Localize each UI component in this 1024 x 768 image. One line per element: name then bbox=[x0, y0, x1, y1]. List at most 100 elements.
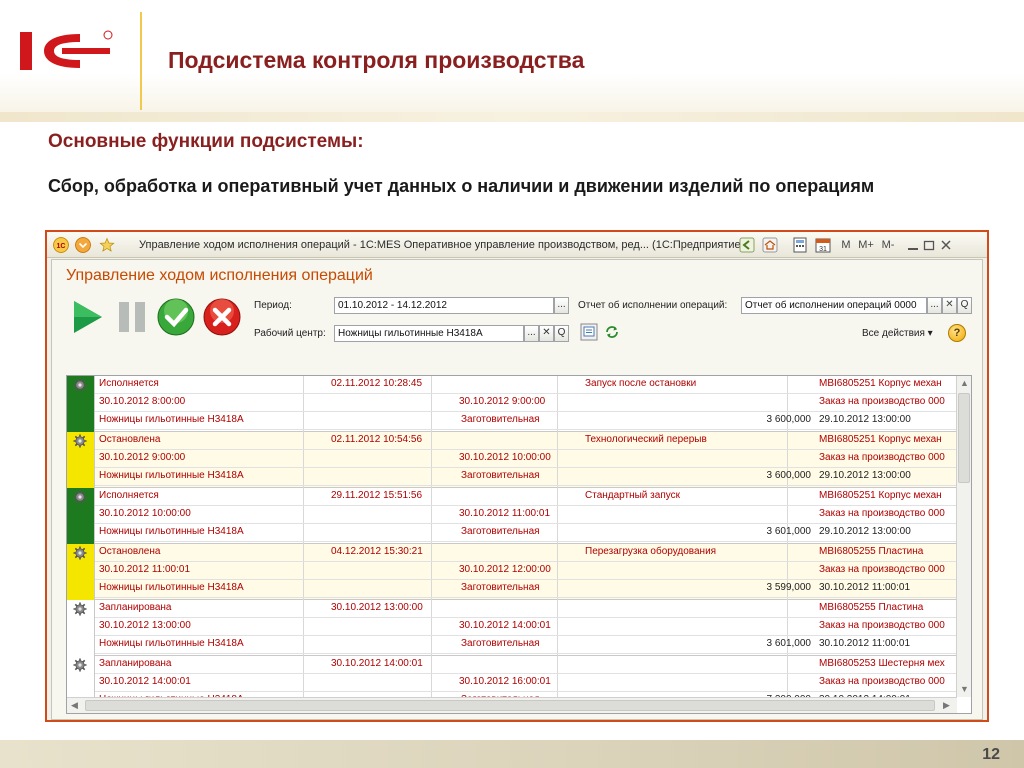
complete-operation-button[interactable] bbox=[156, 297, 196, 337]
svg-text:1C: 1C bbox=[57, 243, 66, 250]
home-icon[interactable] bbox=[762, 237, 778, 253]
table-cell: МВI6805251 Корпус механ bbox=[819, 490, 942, 501]
refresh-icon[interactable] bbox=[604, 324, 620, 340]
table-cell: 3 600,000 bbox=[766, 470, 812, 481]
report-label: Отчет об исполнении операций: bbox=[578, 300, 728, 311]
status-indicator bbox=[67, 600, 95, 656]
table-cell: Исполняется bbox=[99, 378, 159, 389]
report-select-button[interactable]: ... bbox=[927, 297, 942, 314]
horizontal-scrollbar[interactable]: ◀ ▶ bbox=[67, 697, 957, 713]
table-cell: 02.11.2012 10:28:45 bbox=[331, 378, 423, 389]
help-button[interactable]: ? bbox=[948, 324, 966, 342]
table-cell: МВI6805255 Пластина bbox=[819, 602, 924, 613]
table-cell: Заготовительная bbox=[461, 526, 540, 537]
table-cell: Заготовительная bbox=[461, 638, 540, 649]
table-cell: Заказ на производство 000 bbox=[819, 508, 945, 519]
row-line: 30.10.2012 9:00:00 30.10.2012 10:00:00 Зак… bbox=[95, 450, 957, 468]
workcenter-search-button[interactable]: Q bbox=[554, 325, 569, 342]
horizontal-scroll-thumb[interactable] bbox=[85, 700, 935, 711]
pause-operation-button[interactable] bbox=[112, 297, 152, 337]
svg-text:31: 31 bbox=[819, 246, 827, 253]
start-operation-button[interactable] bbox=[66, 297, 106, 337]
row-line: Запланирована 30.10.2012 13:00:00 МВI68052… bbox=[95, 600, 957, 618]
slide-title: Подсистема контроля производства bbox=[168, 47, 585, 73]
scroll-down-icon[interactable]: ▼ bbox=[960, 684, 969, 694]
row-line: 30.10.2012 10:00:00 30.10.2012 11:00:01 За… bbox=[95, 506, 957, 524]
favorite-star-icon[interactable] bbox=[99, 237, 115, 253]
table-row[interactable]: Исполняется 29.11.2012 15:51:56 Стандартны… bbox=[67, 488, 957, 544]
row-line: Запланирована 30.10.2012 14:00:01 МВI68052… bbox=[95, 656, 957, 674]
memory-plus-button[interactable]: M+ bbox=[857, 236, 875, 254]
table-cell: 30.10.2012 12:00:00 bbox=[459, 564, 551, 575]
maximize-icon[interactable] bbox=[923, 237, 935, 253]
table-cell: 3 600,000 bbox=[766, 414, 812, 425]
back-icon[interactable] bbox=[739, 237, 755, 253]
all-actions-label: Все действия bbox=[862, 328, 925, 339]
table-cell: Ножницы гильотинные Н3418А bbox=[99, 470, 244, 481]
report-clear-button[interactable]: ✕ bbox=[942, 297, 957, 314]
report-document-icon[interactable] bbox=[580, 323, 598, 341]
table-row[interactable]: Остановлена 02.11.2012 10:54:56 Технологич… bbox=[67, 432, 957, 488]
calculator-icon[interactable] bbox=[792, 237, 808, 253]
table-cell: 30.10.2012 11:00:01 bbox=[99, 564, 191, 575]
window-title: Управление ходом исполнения операций - 1… bbox=[139, 239, 745, 251]
vertical-scroll-thumb[interactable] bbox=[958, 393, 970, 483]
close-icon[interactable] bbox=[940, 237, 952, 253]
gear-icon bbox=[73, 434, 87, 448]
table-cell: Ножницы гильотинные Н3418А bbox=[99, 414, 244, 425]
table-cell: 3 601,000 bbox=[766, 638, 812, 649]
status-indicator bbox=[67, 376, 95, 432]
table-cell: 30.10.2012 10:00:00 bbox=[459, 452, 551, 463]
table-cell: Перезагрузка оборудования bbox=[585, 546, 717, 557]
row-line: Ножницы гильотинные Н3418А Заготовительна… bbox=[95, 412, 957, 430]
calendar-icon[interactable]: 31 bbox=[815, 237, 831, 253]
period-select-button[interactable]: ... bbox=[554, 297, 569, 314]
table-cell: 30.10.2012 16:00:01 bbox=[459, 676, 551, 687]
table-cell: 29.10.2012 13:00:00 bbox=[819, 526, 911, 537]
table-cell: 30.10.2012 11:00:01 bbox=[459, 508, 551, 519]
workcenter-clear-button[interactable]: ✕ bbox=[539, 325, 554, 342]
scroll-up-icon[interactable]: ▲ bbox=[960, 378, 969, 388]
table-cell: 30.10.2012 13:00:00 bbox=[99, 620, 191, 631]
table-row[interactable]: Запланирована 30.10.2012 13:00:00 МВI68052… bbox=[67, 600, 957, 656]
all-actions-menu[interactable]: Все действия ▾ bbox=[862, 328, 933, 339]
memory-button[interactable]: M bbox=[839, 236, 853, 254]
section-heading: Основные функции подсистемы: bbox=[48, 131, 364, 152]
cancel-operation-button[interactable] bbox=[202, 297, 242, 337]
table-cell: 30.10.2012 11:00:01 bbox=[819, 638, 911, 649]
slide-footer: 12 bbox=[0, 740, 1024, 768]
report-field[interactable]: Отчет об исполнении операций 0000 bbox=[741, 297, 927, 314]
menu-dropdown-icon[interactable] bbox=[75, 237, 91, 253]
scroll-right-icon[interactable]: ▶ bbox=[943, 700, 950, 711]
app-window: 1C Управление ходом исполнения операций … bbox=[45, 230, 989, 722]
table-cell: Заказ на производство 000 bbox=[819, 620, 945, 631]
table-row[interactable]: Исполняется 02.11.2012 10:28:45 Запуск пос… bbox=[67, 376, 957, 432]
1c-logo-icon bbox=[20, 30, 113, 70]
vertical-scrollbar[interactable]: ▲ ▼ bbox=[956, 376, 971, 697]
table-row[interactable]: Остановлена 04.12.2012 15:30:21 Перезагруз… bbox=[67, 544, 957, 600]
table-cell: 30.10.2012 14:00:01 bbox=[99, 676, 191, 687]
table-cell: 29.10.2012 13:00:00 bbox=[819, 414, 911, 425]
period-label: Период: bbox=[254, 300, 292, 311]
table-cell: Ножницы гильотинные Н3418А bbox=[99, 638, 244, 649]
table-cell: Запуск после остановки bbox=[585, 378, 697, 389]
table-cell: 30.10.2012 13:00:00 bbox=[331, 602, 423, 613]
table-cell: МВI6805251 Корпус механ bbox=[819, 378, 942, 389]
workcenter-field[interactable]: Ножницы гильотинные Н3418А bbox=[334, 325, 524, 342]
table-cell: Остановлена bbox=[99, 546, 161, 557]
table-cell: Заготовительная bbox=[461, 414, 540, 425]
row-line: Ножницы гильотинные Н3418А Заготовительна… bbox=[95, 580, 957, 598]
app-1c-icon[interactable]: 1C bbox=[53, 237, 69, 253]
chevron-down-icon: ▾ bbox=[927, 328, 933, 339]
period-field[interactable]: 01.10.2012 - 14.12.2012 bbox=[334, 297, 554, 314]
memory-minus-button[interactable]: M- bbox=[879, 236, 897, 254]
table-cell: 04.12.2012 15:30:21 bbox=[331, 546, 423, 557]
row-line: Ножницы гильотинные Н3418А Заготовительна… bbox=[95, 636, 957, 654]
minimize-icon[interactable] bbox=[907, 237, 919, 253]
workcenter-select-button[interactable]: ... bbox=[524, 325, 539, 342]
form-title: Управление ходом исполнения операций bbox=[66, 267, 373, 284]
operations-form: Управление ходом исполнения операций Пер… bbox=[51, 259, 983, 720]
scroll-left-icon[interactable]: ◀ bbox=[71, 700, 78, 711]
report-search-button[interactable]: Q bbox=[957, 297, 972, 314]
table-cell: Заказ на производство 000 bbox=[819, 396, 945, 407]
